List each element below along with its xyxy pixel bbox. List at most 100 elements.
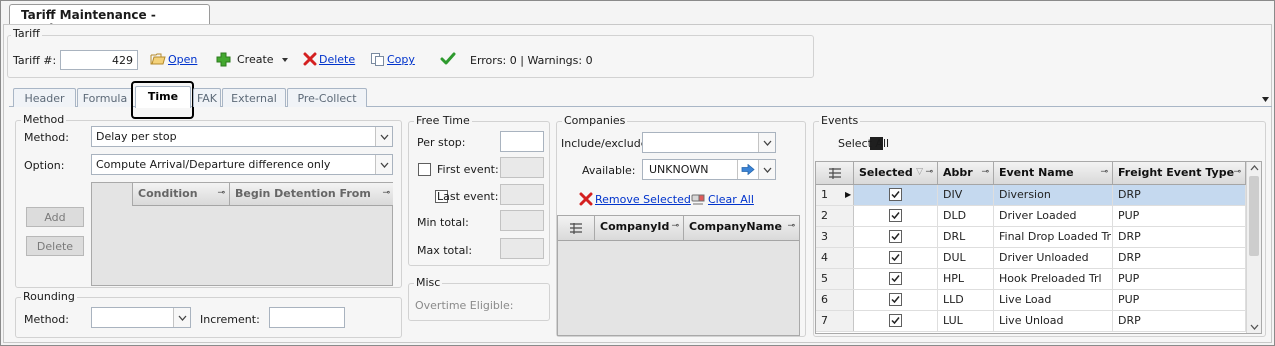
filter-icon[interactable]: ▽ [916, 167, 923, 177]
method-select[interactable]: Delay per stop [91, 126, 393, 147]
last-event-input[interactable] [500, 184, 544, 205]
column-header-condition[interactable]: Condition ⊸ [133, 183, 230, 205]
include-exclude-select[interactable] [642, 132, 776, 153]
table-row[interactable]: 5 HPL Hook Preloaded Trl PUP [816, 269, 1246, 290]
event-selected-checkbox[interactable] [889, 272, 902, 285]
pin-icon[interactable]: ⊸ [1100, 167, 1108, 177]
column-header-selected[interactable]: Selected ▽ ⊸ [854, 162, 938, 184]
column-header-event-name[interactable]: Event Name ⊸ [994, 162, 1113, 184]
delete-condition-button[interactable]: Delete [26, 236, 84, 256]
available-dropdown[interactable] [758, 160, 775, 179]
selected-cell [854, 227, 938, 247]
chevron-down-icon [380, 162, 388, 168]
rounding-method-label: Method: [24, 313, 69, 326]
condition-header-label: Condition [138, 187, 198, 200]
event-selected-checkbox[interactable] [889, 293, 902, 306]
scrollbar-thumb[interactable] [1249, 176, 1259, 256]
column-header-company-id[interactable]: CompanyId ⊸ [595, 216, 684, 240]
increment-input[interactable] [269, 307, 345, 328]
tab-fak[interactable]: FAK [193, 88, 221, 107]
column-header-company-name[interactable]: CompanyName ⊸ [684, 216, 799, 240]
pin-icon[interactable]: ⊸ [787, 221, 795, 231]
checkmark-icon [891, 296, 900, 304]
pin-icon[interactable]: ⊸ [981, 167, 989, 177]
method-label: Method: [24, 131, 69, 144]
pin-icon[interactable]: ⊸ [671, 221, 679, 231]
option-select[interactable]: Compute Arrival/Departure difference onl… [91, 154, 393, 175]
available-label: Available: [582, 164, 636, 177]
tab-external-label: External [231, 92, 277, 105]
pin-icon[interactable]: ⊸ [1233, 167, 1241, 177]
pin-icon[interactable]: ⊸ [925, 167, 933, 177]
freight-event-type-cell: PUP [1113, 206, 1246, 226]
delete-tariff-button[interactable]: Delete [303, 52, 355, 66]
event-name-cell: Driver Loaded [994, 206, 1113, 226]
add-condition-button[interactable]: Add [26, 207, 84, 227]
column-header-abbr[interactable]: Abbr ⊸ [938, 162, 994, 184]
option-select-value: Compute Arrival/Departure difference onl… [96, 158, 331, 171]
event-selected-checkbox[interactable] [889, 314, 902, 327]
copy-button[interactable]: Copy [370, 52, 415, 67]
tariff-number-input[interactable]: 429 [60, 50, 138, 70]
free-time-group-label: Free Time [414, 114, 472, 127]
events-column-chooser-button[interactable] [816, 162, 854, 184]
companies-grid[interactable]: CompanyId ⊸ CompanyName ⊸ [557, 215, 800, 336]
event-selected-checkbox[interactable] [889, 209, 902, 222]
available-value: UNKNOWN [649, 163, 709, 176]
open-label: Open [168, 52, 198, 66]
max-total-input[interactable] [500, 238, 544, 259]
available-select[interactable]: UNKNOWN [642, 159, 776, 180]
selected-cell [854, 290, 938, 310]
arrow-right-icon [741, 164, 755, 175]
include-exclude-dropdown[interactable] [758, 133, 775, 152]
selected-cell [854, 269, 938, 289]
event-name-header-label: Event Name [999, 166, 1074, 179]
create-menu-button[interactable]: Create [216, 52, 290, 67]
method-select-dropdown[interactable] [375, 127, 392, 146]
events-group-label: Events [819, 114, 861, 127]
misc-group-label: Misc [414, 276, 443, 289]
rounding-method-select[interactable] [91, 307, 191, 328]
tab-header[interactable]: Header [13, 88, 76, 107]
tab-formula[interactable]: Formula [77, 88, 133, 107]
option-select-dropdown[interactable] [375, 155, 392, 174]
first-event-input[interactable] [500, 157, 544, 178]
include-exclude-label: Include/exclude: [561, 137, 652, 150]
event-selected-checkbox[interactable] [889, 230, 902, 243]
events-vertical-scrollbar[interactable] [1246, 162, 1261, 333]
table-row[interactable]: 2 DLD Driver Loaded PUP [816, 206, 1246, 227]
min-total-input[interactable] [500, 210, 544, 231]
pin-icon[interactable]: ⊸ [217, 188, 225, 198]
pin-icon[interactable]: ⊸ [382, 188, 390, 198]
table-row[interactable]: 1 ▶ DIV Diversion DRP [816, 185, 1246, 206]
rounding-method-dropdown[interactable] [173, 308, 190, 327]
per-stop-input[interactable] [500, 131, 544, 152]
detention-grid[interactable]: Condition ⊸ Begin Detention From ⊸ [91, 182, 393, 286]
table-row[interactable]: 6 LLD Live Load PUP [816, 290, 1246, 311]
table-row[interactable]: 4 DUL Driver Unloaded DRP [816, 248, 1246, 269]
tab-overflow-arrow-icon[interactable] [1261, 96, 1270, 103]
column-header-begin-detention[interactable]: Begin Detention From ⊸ [230, 183, 394, 205]
document-tab[interactable]: Tariff Maintenance - Settlement [9, 4, 210, 36]
first-event-checkbox[interactable] [418, 163, 431, 176]
column-header-freight-event-type[interactable]: Freight Event Type ⊸ [1113, 162, 1246, 184]
tab-pre-collect[interactable]: Pre-Collect [287, 88, 367, 107]
table-row[interactable]: 7 LUL Live Unload DRP [816, 311, 1246, 332]
events-grid[interactable]: Selected ▽ ⊸ Abbr ⊸ Event Name ⊸ Freight Eve… [815, 161, 1262, 334]
abbr-header-label: Abbr [943, 166, 973, 179]
freight-event-type-cell: DRP [1113, 248, 1246, 268]
open-button[interactable]: Open [150, 52, 197, 66]
companies-group-label: Companies [562, 114, 628, 127]
tab-external[interactable]: External [222, 88, 286, 107]
row-number: 5 [816, 269, 854, 289]
column-chooser-button[interactable] [558, 216, 595, 240]
table-row[interactable]: 3 DRL Final Drop Loaded Tr DRP [816, 227, 1246, 248]
event-name-cell: Final Drop Loaded Tr [994, 227, 1113, 247]
scroll-up-icon[interactable] [1250, 165, 1259, 171]
event-selected-checkbox[interactable] [889, 251, 902, 264]
scroll-down-icon[interactable] [1250, 324, 1259, 330]
event-selected-checkbox[interactable] [889, 188, 902, 201]
clear-all-button[interactable]: Clear All [690, 192, 754, 206]
add-company-button[interactable] [737, 160, 757, 179]
remove-selected-button[interactable]: Remove Selected [579, 192, 691, 206]
